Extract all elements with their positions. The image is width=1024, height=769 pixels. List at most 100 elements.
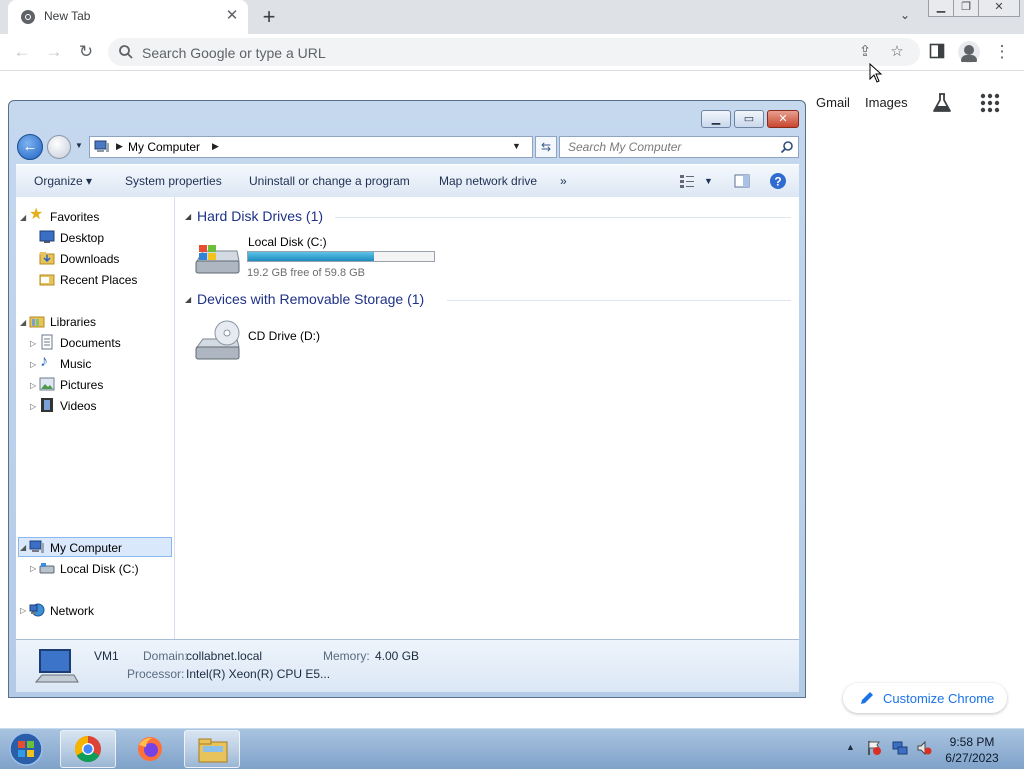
address-text[interactable]: My Computer xyxy=(128,140,200,154)
system-clock[interactable]: 9:58 PM 6/27/2023 xyxy=(936,734,1008,766)
group-collapse-arrow-icon[interactable]: ◢ xyxy=(185,295,191,304)
tree-collapsed-arrow-icon[interactable]: ▷ xyxy=(30,339,36,348)
tree-expand-arrow-icon[interactable]: ◢ xyxy=(20,318,26,327)
computer-icon xyxy=(34,649,79,683)
more-commands-button[interactable]: » xyxy=(560,174,567,188)
reload-icon[interactable]: ↻ xyxy=(76,42,96,62)
explorer-search-input[interactable]: Search My Computer xyxy=(559,136,799,158)
share-icon[interactable]: ⇪ xyxy=(856,43,874,61)
preview-pane-icon[interactable] xyxy=(734,173,750,189)
tree-item-my-computer[interactable]: My Computer xyxy=(50,541,122,555)
chrome-logo-icon xyxy=(74,735,101,763)
customize-chrome-button[interactable]: Customize Chrome xyxy=(843,683,1007,713)
explorer-forward-button[interactable] xyxy=(47,135,71,159)
cd-drive-icon xyxy=(195,320,240,360)
network-status-icon[interactable] xyxy=(892,740,908,756)
recent-places-icon xyxy=(39,274,55,286)
tab-search-chevron-icon[interactable]: ⌄ xyxy=(896,8,914,26)
recent-pages-arrow-icon[interactable]: ▼ xyxy=(75,141,83,150)
explorer-close-button[interactable]: ✕ xyxy=(767,110,799,128)
tree-expand-arrow-icon[interactable]: ◢ xyxy=(20,213,26,222)
refresh-button[interactable]: ⇆ xyxy=(535,136,557,158)
uninstall-program-button[interactable]: Uninstall or change a program xyxy=(249,174,410,188)
tree-item-desktop[interactable]: Desktop xyxy=(60,231,104,245)
help-icon[interactable]: ? xyxy=(769,172,787,190)
drive-usage-bar xyxy=(247,251,435,262)
profile-avatar[interactable] xyxy=(958,41,980,63)
address-dropdown-icon[interactable]: ▼ xyxy=(512,141,521,151)
tree-item-favorites[interactable]: Favorites xyxy=(50,210,99,224)
tree-expand-arrow-icon[interactable]: ◢ xyxy=(20,543,26,552)
drive-usage-fill xyxy=(248,252,375,261)
music-note-icon: ♪ xyxy=(40,353,48,370)
avatar-body xyxy=(961,55,977,62)
tree-item-local-disk[interactable]: Local Disk (C:) xyxy=(60,562,139,576)
chrome-menu-icon[interactable]: ⋮ xyxy=(992,42,1012,62)
taskbar-explorer-button[interactable] xyxy=(184,730,240,768)
explorer-back-button[interactable]: ← xyxy=(17,134,43,160)
breadcrumb-separator-icon[interactable]: ▶ xyxy=(212,141,219,152)
tree-item-music[interactable]: Music xyxy=(60,357,91,371)
organize-button[interactable]: Organize ▾ xyxy=(34,174,92,188)
images-link[interactable]: Images xyxy=(865,95,908,110)
explorer-minimize-button[interactable]: ▁ xyxy=(701,110,731,128)
memory-label: Memory: xyxy=(323,649,370,663)
minimize-window-button[interactable]: ▁ xyxy=(928,0,954,17)
show-hidden-icons-arrow[interactable]: ▲ xyxy=(846,742,855,752)
side-panel-icon[interactable] xyxy=(929,43,945,59)
address-bar[interactable]: ▶ My Computer ▶ ▼ xyxy=(89,136,533,158)
close-tab-icon[interactable]: ✕ xyxy=(224,8,240,24)
tree-item-documents[interactable]: Documents xyxy=(60,336,121,350)
system-properties-button[interactable]: System properties xyxy=(125,174,222,188)
close-window-button[interactable]: ✕ xyxy=(978,0,1020,17)
omnibox-placeholder: Search Google or type a URL xyxy=(142,45,326,61)
taskbar-chrome-button[interactable] xyxy=(60,730,116,768)
breadcrumb-separator-icon[interactable]: ▶ xyxy=(116,141,123,152)
firefox-logo-icon xyxy=(138,737,162,761)
tree-collapsed-arrow-icon[interactable]: ▷ xyxy=(30,402,36,411)
gmail-link[interactable]: Gmail xyxy=(816,95,850,110)
group-title-hard-disks[interactable]: Hard Disk Drives (1) xyxy=(197,208,323,224)
tree-item-downloads[interactable]: Downloads xyxy=(60,252,119,266)
new-tab-button[interactable]: + xyxy=(258,6,280,28)
tree-item-pictures[interactable]: Pictures xyxy=(60,378,103,392)
chrome-favicon-icon xyxy=(21,10,35,24)
forward-arrow-icon[interactable]: → xyxy=(44,42,64,62)
bookmark-star-icon[interactable]: ☆ xyxy=(888,43,906,61)
group-title-removable[interactable]: Devices with Removable Storage (1) xyxy=(197,291,424,307)
change-view-icon[interactable] xyxy=(679,173,695,189)
view-options-dropdown-icon[interactable]: ▼ xyxy=(704,176,713,186)
search-icon[interactable] xyxy=(780,140,794,154)
group-collapse-arrow-icon[interactable]: ◢ xyxy=(185,212,191,221)
tree-collapsed-arrow-icon[interactable]: ▷ xyxy=(30,360,36,369)
taskbar-firefox-button[interactable] xyxy=(122,730,178,768)
tab-new-tab[interactable]: New Tab ✕ xyxy=(8,0,248,34)
avatar-head xyxy=(964,45,974,55)
tree-item-videos[interactable]: Videos xyxy=(60,399,96,413)
tree-item-network[interactable]: Network xyxy=(50,604,94,618)
restore-window-button[interactable]: ❐ xyxy=(953,0,979,17)
labs-flask-icon[interactable] xyxy=(932,92,952,114)
computer-name: VM1 xyxy=(94,649,119,663)
group-divider xyxy=(335,217,791,218)
computer-icon xyxy=(29,540,44,553)
windows-start-button[interactable] xyxy=(6,731,46,767)
drive-name-d: CD Drive (D:) xyxy=(248,329,320,343)
tree-collapsed-arrow-icon[interactable]: ▷ xyxy=(30,381,36,390)
drive-item-cd-drive[interactable]: CD Drive (D:) xyxy=(191,317,351,365)
back-arrow-icon[interactable]: ← xyxy=(12,42,32,62)
action-center-flag-icon[interactable] xyxy=(866,740,882,756)
tree-item-recent-places[interactable]: Recent Places xyxy=(60,273,137,287)
volume-muted-icon[interactable] xyxy=(916,740,932,756)
map-network-drive-button[interactable]: Map network drive xyxy=(439,174,537,188)
tree-collapsed-arrow-icon[interactable]: ▷ xyxy=(30,564,36,573)
google-apps-icon[interactable] xyxy=(980,93,1000,113)
tab-strip: New Tab ✕ + ⌄ ▁ ❐ ✕ xyxy=(0,0,1024,34)
explorer-window: ▁ ▭ ✕ ← ▼ ▶ My Computer ▶ ▼ ⇆ Search My … xyxy=(8,100,806,698)
omnibox[interactable]: Search Google or type a URL ⇪ ☆ xyxy=(108,38,920,66)
pictures-icon xyxy=(39,377,55,391)
tree-collapsed-arrow-icon[interactable]: ▷ xyxy=(20,606,26,615)
documents-icon xyxy=(41,334,53,350)
tree-item-libraries[interactable]: Libraries xyxy=(50,315,96,329)
explorer-maximize-button[interactable]: ▭ xyxy=(734,110,764,128)
